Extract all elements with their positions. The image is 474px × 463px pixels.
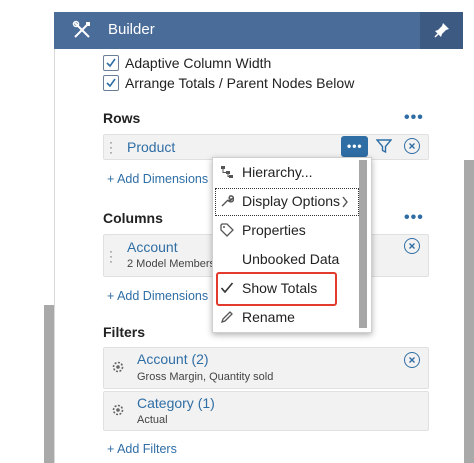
columns-add-dimensions-link[interactable]: + Add Dimensions [107, 289, 208, 303]
filter-account-sub: Gross Margin, Quantity sold [137, 371, 274, 383]
chevron-right-icon [341, 195, 349, 208]
arrange-totals-checkbox[interactable] [103, 75, 119, 91]
columns-section-title: Columns [103, 210, 163, 226]
menu-item-properties-label: Properties [242, 222, 306, 238]
filter-account-label[interactable]: Account (2) [137, 351, 209, 367]
rows-add-dimensions-link[interactable]: + Add Dimensions [107, 172, 208, 186]
arrange-totals-label: Arrange Totals / Parent Nodes Below [125, 75, 355, 91]
columns-account-sub: 2 Model Members · [127, 258, 222, 270]
remove-product-icon[interactable] [404, 138, 420, 154]
builder-title: Builder [108, 21, 155, 38]
adaptive-column-width-checkbox[interactable] [103, 55, 119, 71]
menu-item-show-totals-label: Show Totals [242, 280, 318, 296]
remove-filter-icon[interactable] [404, 352, 420, 368]
rows-section-title: Rows [103, 110, 141, 126]
tag-icon [220, 223, 234, 237]
hierarchy-icon [220, 165, 234, 179]
rows-more-icon[interactable]: ••• [404, 110, 424, 126]
more-options-icon: ••• [347, 139, 363, 153]
add-filters-link[interactable]: + Add Filters [107, 442, 177, 456]
filters-section-title: Filters [103, 324, 146, 340]
filter-category-sub: Actual [137, 414, 168, 426]
filter-gear-icon [111, 360, 125, 374]
remove-account-icon[interactable] [404, 238, 420, 254]
drag-handle-icon[interactable]: · · · [108, 245, 114, 267]
menu-item-unbooked-data-label: Unbooked Data [242, 251, 340, 267]
checkmark-icon [220, 281, 234, 295]
filter-icon[interactable] [375, 138, 393, 154]
filter-gear-icon [111, 403, 125, 417]
background-overlay-right [463, 160, 474, 463]
wrench-icon [220, 194, 235, 208]
filter-category-label[interactable]: Category (1) [137, 395, 215, 411]
tools-icon[interactable] [72, 20, 92, 40]
pin-icon [433, 21, 451, 39]
drag-handle-icon[interactable]: · · · [108, 136, 114, 158]
menu-item-display-options-label: Display Options [242, 193, 341, 209]
pencil-icon [220, 310, 234, 324]
background-overlay-left [44, 305, 54, 463]
menu-item-rename-label: Rename [242, 309, 295, 325]
menu-item-hierarchy-label: Hierarchy... [242, 164, 313, 180]
adaptive-column-width-label: Adaptive Column Width [125, 55, 272, 71]
rows-product-label[interactable]: Product [127, 139, 175, 155]
columns-account-label[interactable]: Account [127, 239, 178, 255]
menu-scrollbar[interactable] [359, 160, 367, 328]
columns-more-icon[interactable]: ••• [404, 210, 424, 226]
